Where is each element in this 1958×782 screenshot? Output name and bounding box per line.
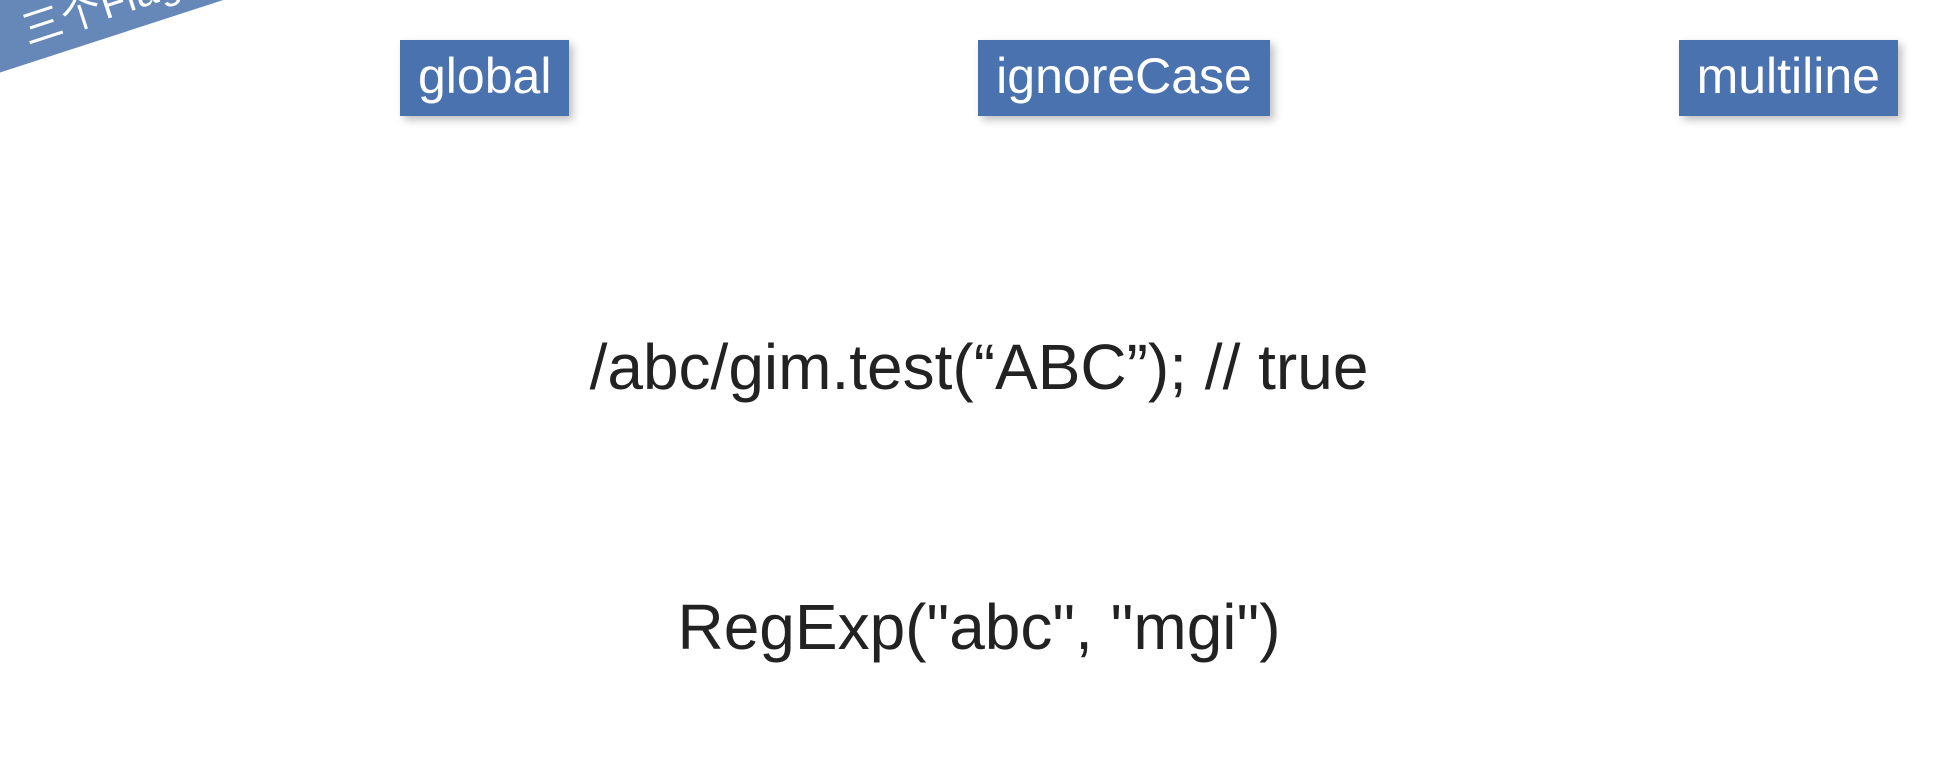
flag-badge-ignorecase: ignoreCase <box>978 40 1270 116</box>
flag-badges-row: global ignoreCase multiline <box>400 40 1898 116</box>
code-example-constructor: RegExp("abc", "mgi") <box>0 590 1958 664</box>
flag-badge-multiline: multiline <box>1679 40 1898 116</box>
corner-ribbon: 三个Flag <box>0 0 301 98</box>
flag-badge-global: global <box>400 40 569 116</box>
ribbon-label: 三个Flag <box>13 0 187 56</box>
code-example-literal: /abc/gim.test(“ABC”); // true <box>0 330 1958 404</box>
